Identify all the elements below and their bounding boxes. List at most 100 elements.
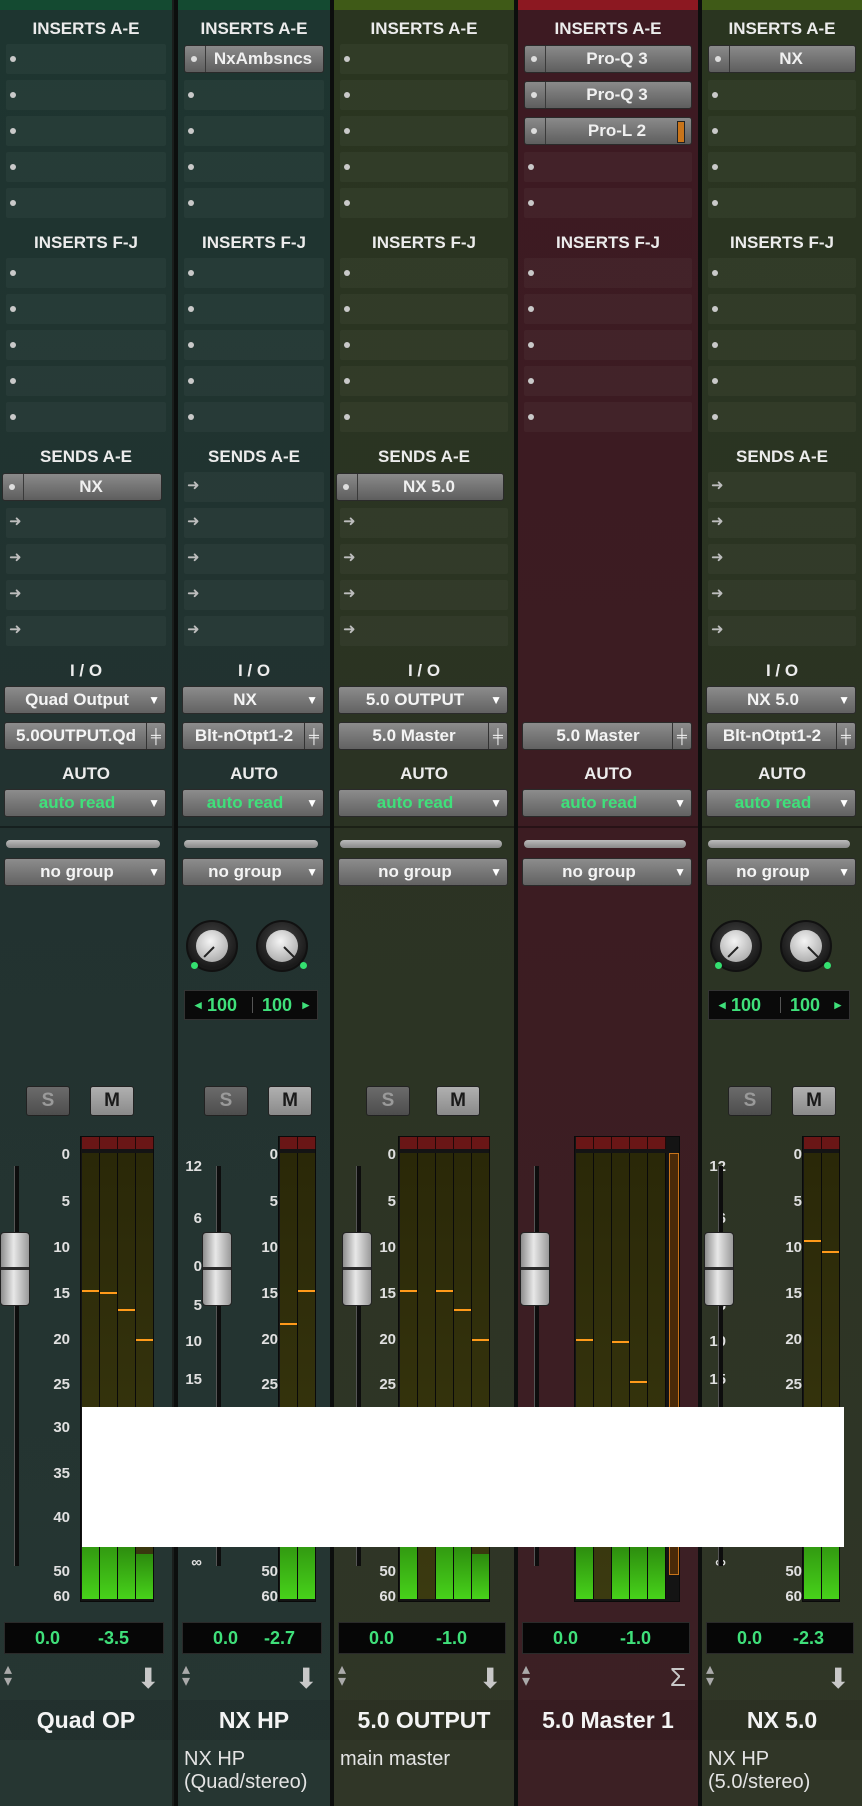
insert-slot-2[interactable] <box>340 80 508 110</box>
track-comment[interactable]: main master <box>340 1748 510 1771</box>
insert-slot-1[interactable] <box>340 44 508 74</box>
volume-peak-readout[interactable]: 0.0 -1.0 <box>522 1622 690 1654</box>
pan-fader-icon[interactable]: ╪ <box>146 723 165 749</box>
insert-slot-7[interactable] <box>524 294 692 324</box>
insert-slot-8[interactable] <box>524 330 692 360</box>
insert-slot-3[interactable] <box>708 116 856 146</box>
clip-indicator[interactable] <box>472 1137 490 1149</box>
io-path-selector[interactable]: Blt-nOtpt1-2 ╪ <box>706 722 856 750</box>
track-color-bar[interactable] <box>0 0 172 10</box>
clip-indicator[interactable] <box>648 1137 666 1149</box>
send-slot-4[interactable]: ➜ <box>184 580 324 610</box>
clip-indicator[interactable] <box>594 1137 612 1149</box>
send-slot-1[interactable]: ➜ <box>708 472 856 502</box>
io-output-selector[interactable]: 5.0 OUTPUT ▼ <box>338 686 508 714</box>
insert-slot-6[interactable] <box>184 258 324 288</box>
volume-fader[interactable] <box>520 1232 550 1306</box>
up-down-arrows-icon[interactable]: ▴ ▾ <box>706 1662 714 1690</box>
track-name[interactable]: NX 5.0 <box>702 1700 862 1740</box>
clip-indicator[interactable] <box>822 1137 840 1149</box>
pan-readout[interactable]: ◂ 100 100 ▸ <box>184 990 318 1020</box>
track-name[interactable]: 5.0 Master 1 <box>518 1700 698 1740</box>
insert-slot-3[interactable] <box>340 116 508 146</box>
track-name[interactable]: Quad OP <box>0 1700 172 1740</box>
send-slot-3[interactable]: ➜ <box>184 544 324 574</box>
insert-slot-5[interactable] <box>184 188 324 218</box>
insert-slot-8[interactable] <box>340 330 508 360</box>
insert-slot-7[interactable] <box>184 294 324 324</box>
insert-slot-8[interactable] <box>184 330 324 360</box>
up-down-arrows-icon[interactable]: ▴ ▾ <box>338 1662 346 1690</box>
automation-mode-selector[interactable]: auto read ▼ <box>706 789 856 817</box>
insert-slot-5[interactable] <box>340 188 508 218</box>
insert-slot-4[interactable] <box>524 152 692 182</box>
insert-bypass-icon[interactable] <box>525 118 546 144</box>
track-color-bar[interactable] <box>702 0 862 10</box>
clip-indicator[interactable] <box>136 1137 154 1149</box>
io-path-selector[interactable]: 5.0 Master ╪ <box>522 722 692 750</box>
clip-indicator[interactable] <box>298 1137 316 1149</box>
pan-readout[interactable]: ◂ 100 100 ▸ <box>708 990 850 1020</box>
solo-button[interactable]: S <box>366 1086 410 1116</box>
send-slot-2[interactable]: ➜ <box>6 508 166 538</box>
send-arrow-icon[interactable] <box>337 474 358 500</box>
send-1[interactable]: NX 5.0 <box>336 473 504 501</box>
send-slot-3[interactable]: ➜ <box>708 544 856 574</box>
send-slot-3[interactable]: ➜ <box>6 544 166 574</box>
solo-button[interactable]: S <box>728 1086 772 1116</box>
insert-slot-8[interactable] <box>708 330 856 360</box>
insert-slot-5[interactable] <box>6 188 166 218</box>
mute-button[interactable]: M <box>90 1086 134 1116</box>
insert-slot-10[interactable] <box>184 402 324 432</box>
down-arrow-icon[interactable]: ⬇ <box>827 1662 850 1695</box>
insert-slot-9[interactable] <box>708 366 856 396</box>
track-name[interactable]: NX HP <box>178 1700 330 1740</box>
insert-slot-2[interactable] <box>184 80 324 110</box>
automation-mode-selector[interactable]: auto read ▼ <box>4 789 166 817</box>
insert-plugin-3[interactable]: Pro-L 2 <box>524 117 692 145</box>
volume-peak-readout[interactable]: 0.0 -1.0 <box>338 1622 506 1654</box>
insert-slot-4[interactable] <box>6 152 166 182</box>
io-output-selector[interactable]: NX 5.0 ▼ <box>706 686 856 714</box>
automation-mode-selector[interactable]: auto read ▼ <box>338 789 508 817</box>
insert-slot-4[interactable] <box>708 152 856 182</box>
insert-slot-2[interactable] <box>708 80 856 110</box>
solo-button[interactable]: S <box>204 1086 248 1116</box>
group-selector[interactable]: no group ▼ <box>4 858 166 886</box>
clip-indicator[interactable] <box>612 1137 630 1149</box>
insert-slot-7[interactable] <box>708 294 856 324</box>
volume-fader[interactable] <box>342 1232 372 1306</box>
volume-peak-readout[interactable]: 0.0 -2.3 <box>706 1622 854 1654</box>
insert-slot-6[interactable] <box>708 258 856 288</box>
up-down-arrows-icon[interactable]: ▴ ▾ <box>522 1662 530 1690</box>
pan-fader-icon[interactable]: ╪ <box>672 723 691 749</box>
volume-peak-readout[interactable]: 0.0 -2.7 <box>182 1622 322 1654</box>
insert-slot-9[interactable] <box>524 366 692 396</box>
insert-slot-9[interactable] <box>340 366 508 396</box>
track-comment[interactable]: NX HP (Quad/stereo) <box>184 1748 326 1794</box>
track-name[interactable]: 5.0 OUTPUT <box>334 1700 514 1740</box>
insert-slot-10[interactable] <box>708 402 856 432</box>
send-slot-3[interactable]: ➜ <box>340 544 508 574</box>
track-comment[interactable]: NX HP (5.0/stereo) <box>708 1748 858 1794</box>
send-1[interactable]: NX <box>2 473 162 501</box>
automation-mode-selector[interactable]: auto read ▼ <box>182 789 324 817</box>
clip-indicator[interactable] <box>82 1137 100 1149</box>
pan-knob-left[interactable] <box>186 920 238 972</box>
group-selector[interactable]: no group ▼ <box>338 858 508 886</box>
insert-slot-9[interactable] <box>6 366 166 396</box>
insert-plugin-2[interactable]: Pro-Q 3 <box>524 81 692 109</box>
send-slot-5[interactable]: ➜ <box>6 616 166 646</box>
pan-fader-icon[interactable]: ╪ <box>304 723 323 749</box>
send-slot-4[interactable]: ➜ <box>340 580 508 610</box>
insert-slot-4[interactable] <box>184 152 324 182</box>
io-output-selector[interactable]: NX ▼ <box>182 686 324 714</box>
automation-mode-selector[interactable]: auto read ▼ <box>522 789 692 817</box>
pan-knob-left[interactable] <box>710 920 762 972</box>
send-slot-5[interactable]: ➜ <box>184 616 324 646</box>
pan-knob-right[interactable] <box>256 920 308 972</box>
insert-slot-2[interactable] <box>6 80 166 110</box>
track-color-bar[interactable] <box>334 0 514 10</box>
insert-slot-6[interactable] <box>6 258 166 288</box>
clip-indicator[interactable] <box>418 1137 436 1149</box>
